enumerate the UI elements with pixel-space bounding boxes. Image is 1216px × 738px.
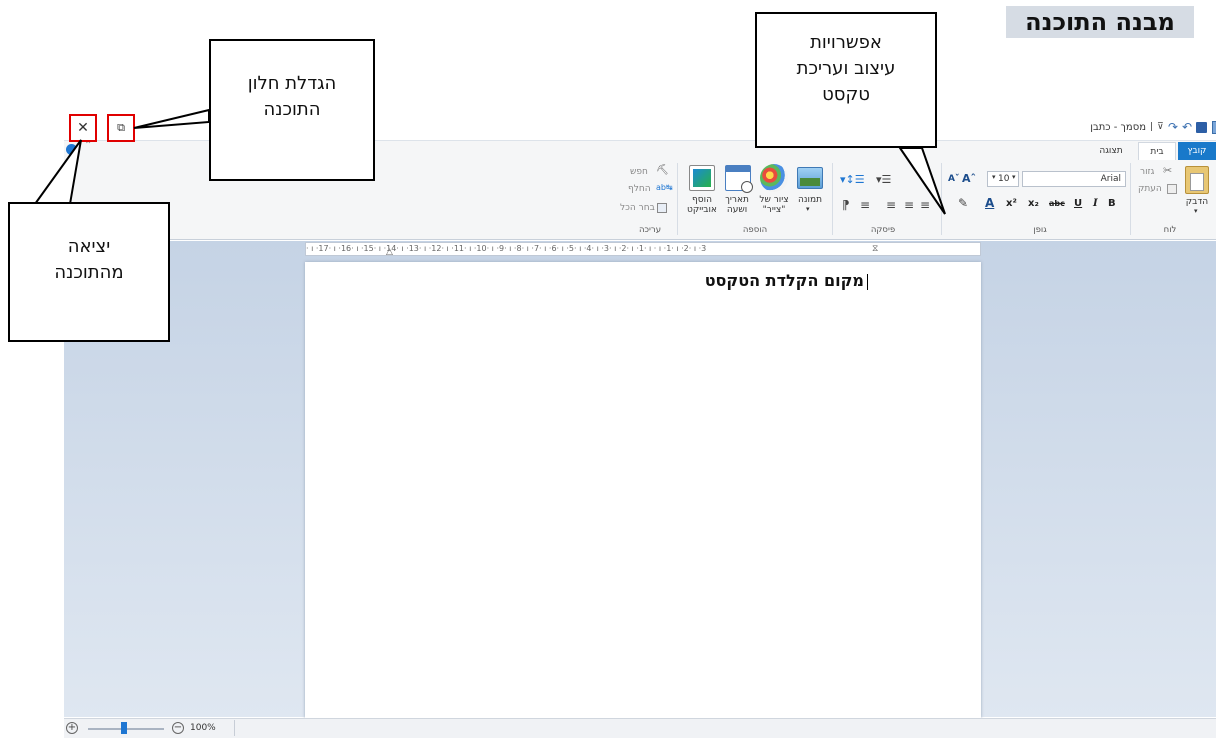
exit-callout-pointer xyxy=(33,139,82,205)
screenshot-root: מבנה התוכנה מסמך - כתבן | ⊽ ↷ ↶ קובץ בית… xyxy=(0,0,1216,738)
callout-pointers xyxy=(33,108,946,215)
formatting-callout: אפשרויות עיצוב ועריכת טקסט xyxy=(755,12,937,148)
formatting-callout-pointer xyxy=(898,147,946,215)
maximize-callout-pointer xyxy=(133,108,210,129)
exit-callout: יציאה מהתוכנה xyxy=(8,202,170,342)
maximize-callout: הגדלת חלון התוכנה xyxy=(209,39,375,181)
